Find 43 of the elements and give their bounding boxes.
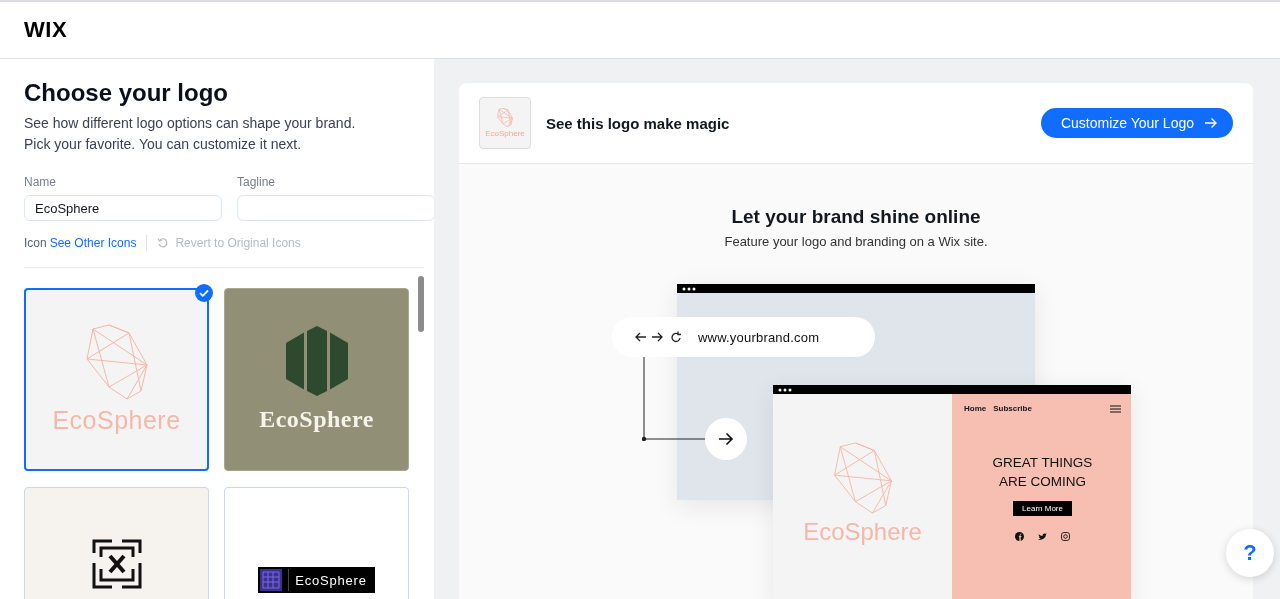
- scrollbar[interactable]: [418, 276, 424, 332]
- logo-name: EcoSphere: [52, 406, 181, 435]
- navigation-icon: [635, 330, 683, 344]
- description-text: See how different logo options can shape your brand.: [24, 114, 357, 133]
- maze-icon: [91, 539, 142, 589]
- menu-icon: [1110, 404, 1121, 413]
- help-button[interactable]: ?: [1226, 529, 1274, 577]
- logo-name: EcoSphere: [295, 572, 367, 588]
- camera-icon: [1061, 532, 1070, 541]
- preview-title: See this logo make magic: [546, 114, 730, 132]
- customize-logo-button[interactable]: Customize Your Logo: [1040, 108, 1233, 138]
- input-field[interactable]: EcoSphere: [24, 195, 222, 221]
- geometric-icon: [85, 324, 148, 400]
- undo-icon: [157, 237, 170, 249]
- logo-option-card[interactable]: EcoSphere: [224, 288, 409, 471]
- description-text: Pick your favorite. You can customize it next.: [24, 135, 303, 154]
- hexagon-icon: [285, 326, 348, 396]
- promo-title: Let your brand shine online: [731, 206, 981, 228]
- arrow-right-icon: [1204, 117, 1218, 129]
- check-icon: [195, 284, 213, 302]
- bird-icon: [1038, 532, 1047, 541]
- logo-name: EcoSphere: [485, 129, 525, 138]
- headline-text: ARE COMING: [999, 473, 1086, 491]
- site-logo-name: EcoSphere: [803, 518, 922, 546]
- logo-name: EcoSphere: [259, 406, 374, 433]
- panel-title: Choose your logo: [24, 79, 229, 107]
- dots-icon: [778, 387, 792, 392]
- grid-icon: [260, 569, 283, 591]
- icon-label: Icon: [24, 236, 47, 250]
- url-text: www.yourbrand.com: [698, 329, 820, 345]
- input-field[interactable]: [237, 195, 435, 221]
- field-label: Name: [24, 175, 57, 189]
- arrow-right-icon: [718, 432, 734, 446]
- logo-option-card[interactable]: EcoSphere: [224, 487, 409, 599]
- geometric-icon: [497, 108, 513, 127]
- facebook-icon: [1015, 532, 1024, 541]
- see-other-icons-link[interactable]: See Other Icons: [49, 236, 137, 250]
- dots-icon: [682, 286, 696, 291]
- field-label: Tagline: [237, 175, 277, 189]
- geometric-icon: [832, 442, 893, 514]
- headline-text: GREAT THINGS: [992, 454, 1093, 472]
- promo-subtitle: Feature your logo and branding on a Wix site.: [724, 234, 988, 249]
- wix-logo[interactable]: WIX: [24, 17, 68, 43]
